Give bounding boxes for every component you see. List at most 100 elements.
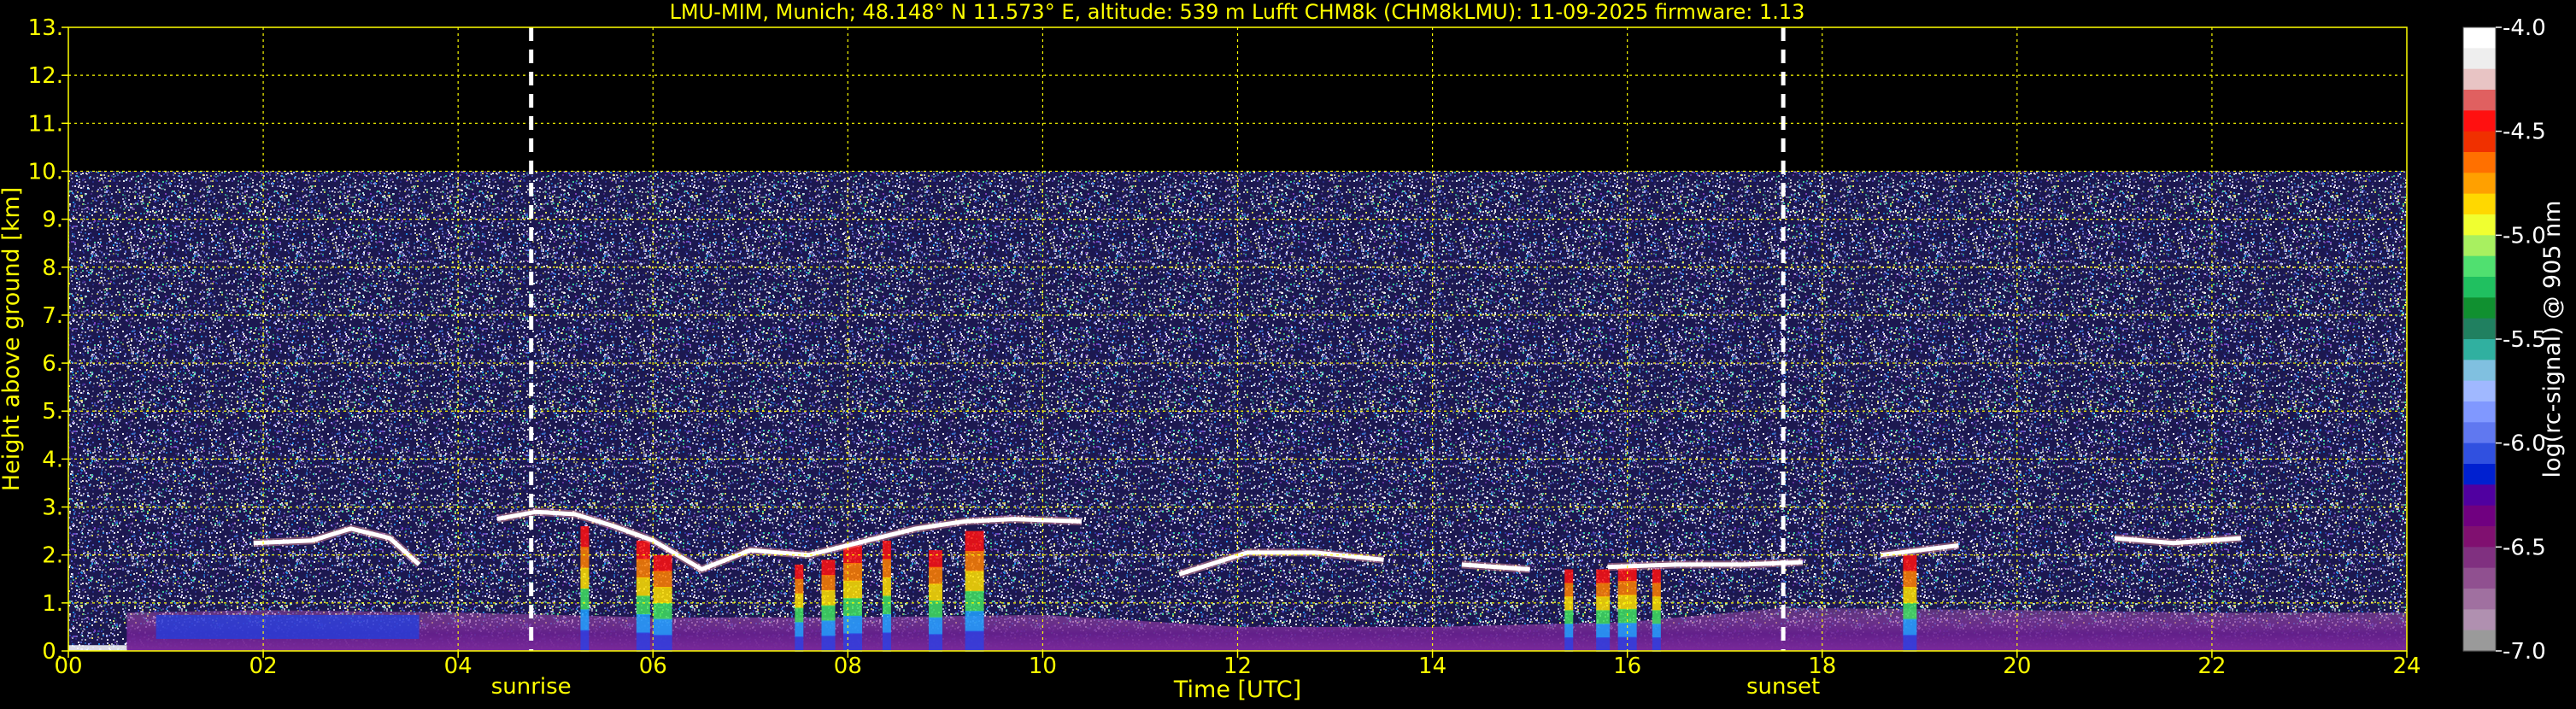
colorbar-tick-label: -4.0 xyxy=(2503,15,2546,41)
precip-streak-segment xyxy=(1596,596,1611,612)
precip-streak-segment xyxy=(882,559,891,578)
chart-title: LMU-MIM, Munich; 48.148° N 11.573° E, al… xyxy=(670,0,1805,24)
precip-streak-segment xyxy=(1652,569,1661,584)
precip-streak-segment xyxy=(1652,596,1661,612)
precip-streak-segment xyxy=(580,630,590,652)
precip-streak-segment xyxy=(821,605,836,622)
colorbar-swatch xyxy=(2463,464,2496,485)
precip-streak-segment xyxy=(580,547,590,569)
colorbar-swatch xyxy=(2463,630,2496,652)
precip-streak-segment xyxy=(965,551,984,572)
precip-streak-segment xyxy=(928,566,942,585)
precip-streak-segment xyxy=(1652,637,1661,652)
colorbar-swatch xyxy=(2463,526,2496,548)
ceilometer-figure: LMU-MIM, Munich; 48.148° N 11.573° E, al… xyxy=(0,0,2576,706)
colorbar-swatch xyxy=(2463,609,2496,631)
colorbar-swatch xyxy=(2463,152,2496,173)
precip-streak-segment xyxy=(843,633,863,652)
precip-streak-segment xyxy=(821,620,836,637)
y-axis-label: Height above ground [km] xyxy=(0,187,25,491)
y-tick-label: 4. xyxy=(42,447,63,472)
colorbar-label: log(rc-signal) @ 905 nm xyxy=(2539,201,2566,478)
colorbar-swatch xyxy=(2463,567,2496,589)
chart-svg: LMU-MIM, Munich; 48.148° N 11.573° E, al… xyxy=(0,0,2576,706)
colorbar-swatch xyxy=(2463,318,2496,340)
precip-streak-segment xyxy=(653,554,672,572)
precip-streak-segment xyxy=(795,622,804,638)
precip-streak-segment xyxy=(795,564,804,580)
colorbar-swatch xyxy=(2463,297,2496,319)
precip-streak-segment xyxy=(882,613,891,634)
precip-streak-segment xyxy=(1596,624,1611,639)
precip-streak-segment xyxy=(1617,581,1637,596)
y-tick-label: 5. xyxy=(42,399,63,425)
y-tick-label: 6. xyxy=(42,351,63,377)
colorbar-swatch xyxy=(2463,255,2496,278)
x-tick-label: 16 xyxy=(1613,653,1641,679)
x-tick-label: 12 xyxy=(1223,653,1252,679)
precip-streak-segment xyxy=(882,632,891,652)
precip-streak-segment xyxy=(843,615,863,635)
precip-streak-segment xyxy=(636,540,650,560)
colorbar-swatch xyxy=(2463,339,2496,360)
x-tick-label: 08 xyxy=(834,653,862,679)
precip-streak-segment xyxy=(1903,587,1917,604)
precip-streak-segment xyxy=(636,577,650,597)
precip-streak-segment xyxy=(580,609,590,631)
precip-streak-segment xyxy=(1652,583,1661,598)
precip-streak-segment xyxy=(821,560,836,577)
colorbar-swatch xyxy=(2463,505,2496,527)
precip-streak-segment xyxy=(965,611,984,632)
precip-streak-segment xyxy=(653,618,672,636)
x-tick-label: 02 xyxy=(249,653,278,679)
precip-streak-segment xyxy=(636,595,650,615)
surface-signal xyxy=(68,645,127,651)
sunset-label: sunset xyxy=(1746,674,1820,700)
colorbar-swatch xyxy=(2463,484,2496,507)
precip-streak-segment xyxy=(928,550,942,568)
colorbar-swatch xyxy=(2463,422,2496,444)
x-tick-label: 04 xyxy=(444,653,472,679)
precip-streak-segment xyxy=(1564,596,1574,612)
y-tick-label: 13. xyxy=(28,15,63,41)
colorbar-swatch xyxy=(2463,27,2496,49)
colorbar-tick-label: -7.0 xyxy=(2503,639,2546,665)
y-tick-label: 7. xyxy=(42,303,63,329)
precip-streak-segment xyxy=(653,587,672,604)
precip-streak-segment xyxy=(1903,554,1917,572)
precip-streak-segment xyxy=(1596,610,1611,625)
precip-streak-segment xyxy=(653,602,672,620)
precip-streak-segment xyxy=(965,571,984,592)
colorbar-swatch xyxy=(2463,589,2496,610)
precip-streak-segment xyxy=(1903,618,1917,636)
precip-streak-segment xyxy=(928,583,942,602)
y-tick-label: 3. xyxy=(42,495,63,521)
x-axis-label: Time [UTC] xyxy=(1173,677,1301,703)
precip-streak-segment xyxy=(795,607,804,624)
precip-streak-segment xyxy=(1596,583,1611,598)
precip-streak-segment xyxy=(965,590,984,612)
colorbar-swatch xyxy=(2463,193,2496,215)
blue-aerosol-patch xyxy=(155,614,420,639)
x-tick-label: 22 xyxy=(2198,653,2226,679)
colorbar-swatch xyxy=(2463,110,2496,132)
y-tick-label: 9. xyxy=(42,208,63,233)
precip-streak-segment xyxy=(580,526,590,548)
precip-streak-segment xyxy=(580,567,590,589)
y-tick-label: 11. xyxy=(28,111,63,137)
precip-streak-segment xyxy=(1564,569,1574,584)
y-tick-label: 10. xyxy=(28,159,63,185)
precip-streak-segment xyxy=(821,589,836,606)
x-tick-label: 20 xyxy=(2003,653,2031,679)
colorbar-swatch xyxy=(2463,277,2496,298)
precip-streak-segment xyxy=(580,589,590,611)
precip-streak-segment xyxy=(1903,635,1917,652)
colorbar-tick-label: -6.5 xyxy=(2503,535,2546,560)
x-tick-label: 24 xyxy=(2392,653,2421,679)
x-tick-label: 10 xyxy=(1029,653,1057,679)
precip-streak-segment xyxy=(1652,624,1661,639)
colorbar-swatch xyxy=(2463,68,2496,91)
precip-streak-segment xyxy=(843,563,863,582)
precip-streak-segment xyxy=(1903,571,1917,589)
precip-streak-segment xyxy=(636,559,650,578)
